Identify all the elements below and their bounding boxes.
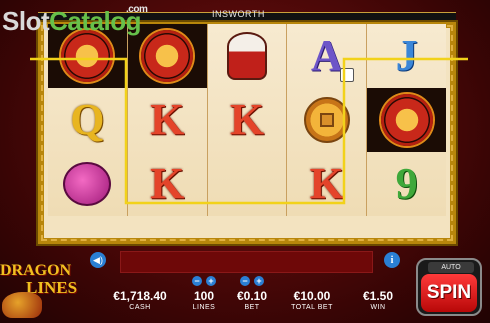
spin-controls: AUTO SPIN: [416, 258, 482, 316]
symbol-king: K: [150, 159, 185, 208]
reel-1: Q: [48, 24, 127, 216]
win-field: €1.50 WIN: [362, 289, 394, 311]
cash-field: €1,718.40 CASH: [113, 289, 167, 311]
symbol-empty: [208, 152, 287, 216]
symbol-king: K: [309, 159, 344, 208]
symbol-king: K: [229, 95, 265, 144]
brand-label: INSWORTH: [212, 9, 265, 19]
reel-2: K K: [126, 24, 207, 216]
reels: Q K K K A K J 9: [48, 24, 446, 216]
auto-button[interactable]: AUTO: [428, 262, 474, 273]
symbol-nine: 9: [395, 159, 418, 208]
lines-minus-button[interactable]: −: [192, 276, 202, 286]
watermark: SlotCatalog .com: [2, 4, 148, 36]
total-bet-field: €10.00 TOTAL BET: [291, 289, 333, 311]
dragon-icon: [2, 292, 42, 318]
spin-button[interactable]: SPIN: [421, 274, 477, 312]
message-bar: [120, 251, 373, 273]
bet-minus-button[interactable]: −: [240, 276, 250, 286]
dice-icon: [340, 68, 355, 82]
symbol-lantern: [48, 152, 127, 216]
reel-5: J 9: [366, 24, 446, 216]
symbol-queen: Q: [70, 95, 105, 144]
symbol-king: K: [150, 95, 185, 144]
symbol-coin: [287, 88, 366, 152]
reel-3: K: [206, 24, 287, 216]
symbol-yin-yang-dragon: [367, 88, 446, 152]
bet-field: − + €0.10 BET: [236, 276, 268, 311]
symbol-ace: A: [287, 24, 366, 88]
bet-plus-button[interactable]: +: [254, 276, 264, 286]
game-logo: DRAGON LINES: [0, 258, 95, 318]
sound-toggle-icon[interactable]: ◀): [90, 252, 106, 268]
reel-4: A K: [286, 24, 367, 216]
info-button[interactable]: i: [384, 252, 400, 268]
lines-plus-button[interactable]: +: [206, 276, 216, 286]
symbol-jack: J: [395, 31, 418, 80]
stats-panel: €1,718.40 CASH − + 100 LINES − + €0.10 B…: [100, 276, 408, 318]
lines-field: − + 100 LINES: [192, 276, 216, 311]
game-stage: SlotCatalog .com INSWORTH Q K K K A K J …: [0, 0, 490, 323]
symbol-drum: [208, 24, 287, 88]
